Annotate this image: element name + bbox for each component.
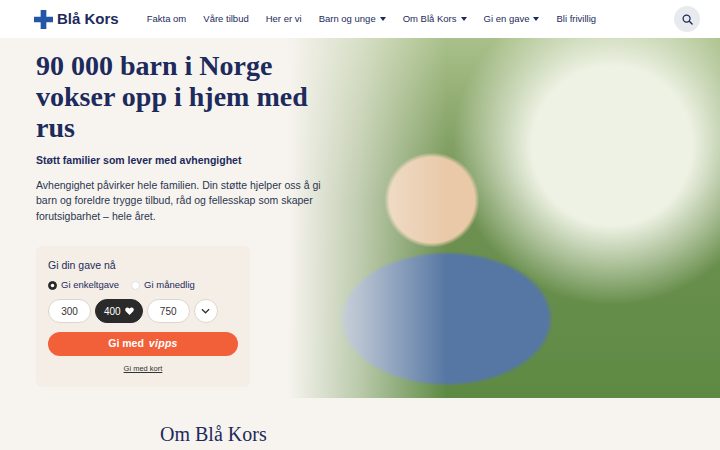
hero-text: Avhengighet påvirker hele familien. Din … [36, 178, 336, 225]
nav-label[interactable]: Her er vi [266, 12, 302, 26]
nav-item[interactable]: Fakta om [147, 12, 187, 26]
frequency-label[interactable]: Gi enkeltgave [61, 278, 119, 292]
caret-down-icon[interactable] [380, 17, 386, 21]
logo[interactable]: Blå Kors [34, 8, 119, 31]
nav-item[interactable]: Her er vi [266, 12, 302, 26]
caret-down-icon[interactable] [461, 17, 467, 21]
amount-button[interactable]: 400 [95, 299, 143, 323]
hero-title: 90 000 barn i Norge vokser opp i hjem me… [36, 50, 346, 143]
frequency-option[interactable]: Gi enkeltgave [48, 278, 119, 292]
chevron-down-icon[interactable] [201, 308, 210, 314]
nav-label[interactable]: Bli frivillig [556, 12, 596, 26]
amount-button[interactable]: 300 [48, 299, 91, 323]
nav-item[interactable]: Bli frivillig [556, 12, 596, 26]
vipps-label[interactable]: Gi med [108, 337, 144, 349]
nav-item[interactable]: Barn og unge [319, 12, 386, 26]
amount-label[interactable]: 300 [61, 304, 78, 319]
hero: 90 000 barn i Norge vokser opp i hjem me… [0, 38, 720, 398]
heart-icon[interactable] [125, 307, 134, 315]
frequency-options: Gi enkeltgave Gi månedlig [48, 278, 238, 292]
main-nav: Fakta om Våre tilbud Her er vi Barn og unge… [147, 12, 596, 26]
nav-label[interactable]: Våre tilbud [203, 12, 248, 26]
nav-label[interactable]: Om Blå Kors [403, 12, 457, 26]
hero-subtitle: Støtt familier som lever med avhengighet [36, 153, 720, 169]
nav-label[interactable]: Fakta om [147, 12, 187, 26]
search-button[interactable] [674, 6, 700, 32]
nav-item[interactable]: Våre tilbud [203, 12, 248, 26]
section-title: Om Blå Kors [160, 422, 720, 446]
vipps-button[interactable]: Gi med vipps [48, 332, 238, 356]
nav-item[interactable]: Om Blå Kors [403, 12, 467, 26]
frequency-radio[interactable] [48, 281, 57, 290]
caret-down-icon[interactable] [533, 17, 539, 21]
frequency-label[interactable]: Gi månedlig [144, 278, 195, 292]
about-section: Om Blå Kors [0, 398, 720, 450]
donation-title: Gi din gave nå [48, 258, 238, 274]
frequency-radio[interactable] [131, 281, 140, 290]
frequency-option[interactable]: Gi månedlig [131, 278, 195, 292]
nav-label[interactable]: Gi en gave [484, 12, 530, 26]
logo-text[interactable]: Blå Kors [57, 8, 119, 31]
nav-label[interactable]: Barn og unge [319, 12, 376, 26]
donation-box: Gi din gave nå Gi enkeltgaveGi månedlig … [36, 246, 250, 386]
amount-label[interactable]: 400 [104, 304, 121, 319]
amount-options: 300 400 750 [48, 299, 238, 323]
search-icon [682, 14, 693, 25]
vipps-logo[interactable]: vipps [149, 337, 178, 349]
site-header: Blå Kors Fakta om Våre tilbud Her er vi Bar… [0, 0, 720, 38]
card-link[interactable]: Gi med kort [48, 363, 238, 374]
nav-item[interactable]: Gi en gave [484, 12, 540, 26]
cross-icon [34, 10, 53, 29]
amount-label[interactable]: 750 [160, 304, 177, 319]
amount-button[interactable]: 750 [147, 299, 190, 323]
more-amounts-button[interactable] [194, 299, 218, 323]
